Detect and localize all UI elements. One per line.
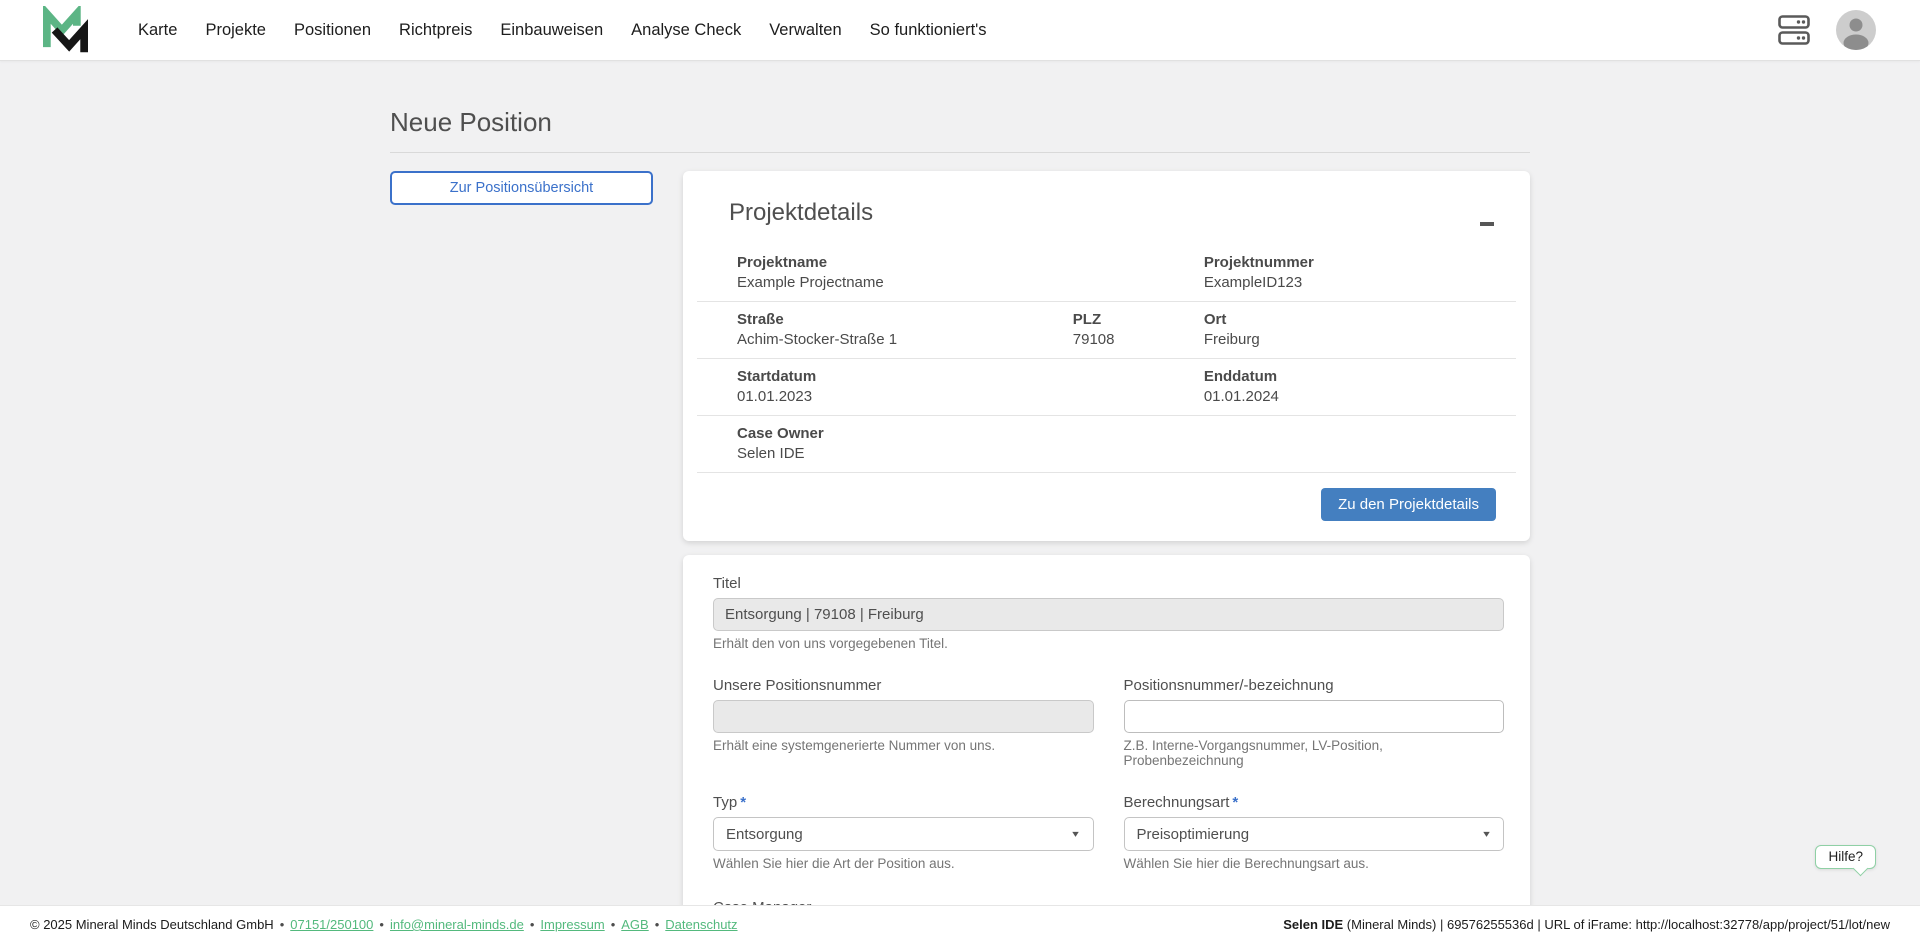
required-asterisk: * (1232, 794, 1238, 811)
unsere-positionsnummer-input (713, 700, 1094, 733)
unsere-positionsnummer-helper-text: Erhält eine systemgenerierte Nummer von … (713, 738, 1094, 753)
separator-dot: • (280, 917, 285, 932)
berechnungsart-select[interactable]: Preisoptimierung ▾ (1124, 817, 1505, 851)
field-value: Selen IDE (737, 445, 1508, 462)
agb-link[interactable]: AGB (621, 917, 648, 932)
footer-left: © 2025 Mineral Minds Deutschland GmbH • 07… (30, 917, 738, 932)
typ-selected-value: Entsorgung (726, 826, 803, 843)
person-silhouette-icon (1836, 10, 1876, 50)
berechnungsart-label-text: Berechnungsart (1124, 794, 1230, 811)
field-value: 79108 (1073, 331, 1156, 348)
berechnungsart-selected-value: Preisoptimierung (1137, 826, 1250, 843)
separator-dot: • (530, 917, 535, 932)
left-column: Zur Positionsübersicht (390, 171, 653, 205)
go-to-project-details-button[interactable]: Zu den Projektdetails (1321, 488, 1496, 521)
table-row: Projektname Example Projectname Projektn… (697, 245, 1516, 302)
nav-item-verwalten[interactable]: Verwalten (755, 21, 855, 40)
title-divider (390, 152, 1530, 153)
phone-link[interactable]: 07151/250100 (290, 917, 373, 932)
table-row: Case Owner Selen IDE (697, 416, 1516, 473)
titel-field-group: Titel Erhält den von uns vorgegebenen Ti… (713, 575, 1504, 651)
session-details: (Mineral Minds) | 69576255536d | URL of … (1343, 917, 1890, 932)
unsere-positionsnummer-field-group: Unsere Positionsnummer Erhält eine syste… (713, 677, 1094, 768)
project-card-title: Projektdetails (729, 199, 1516, 227)
nav-item-richtpreis[interactable]: Richtpreis (385, 21, 486, 40)
new-position-form-card: Titel Erhält den von uns vorgegebenen Ti… (683, 555, 1530, 943)
titel-helper-text: Erhält den von uns vorgegebenen Titel. (713, 636, 1504, 651)
minus-icon (1480, 222, 1494, 227)
top-navbar: Karte Projekte Positionen Richtpreis Ein… (0, 0, 1920, 61)
separator-dot: • (611, 917, 616, 932)
email-link[interactable]: info@mineral-minds.de (390, 917, 524, 932)
table-row: Startdatum 01.01.2023 Enddatum 01.01.202… (697, 359, 1516, 416)
typ-label: Typ* (713, 794, 1094, 811)
titel-label: Titel (713, 575, 1504, 592)
session-user: Selen IDE (1283, 917, 1343, 932)
nav-item-einbauweisen[interactable]: Einbauweisen (486, 21, 617, 40)
field-value: 01.01.2024 (1204, 388, 1508, 405)
nav-item-karte[interactable]: Karte (124, 21, 191, 40)
field-label: Projektnummer (1204, 254, 1508, 271)
right-column: Projektdetails Projektname Example Proje… (683, 171, 1530, 943)
datenschutz-link[interactable]: Datenschutz (665, 917, 737, 932)
help-button[interactable]: Hilfe? (1815, 845, 1876, 869)
typ-helper-text: Wählen Sie hier die Art der Position aus… (713, 856, 1094, 871)
server-icon[interactable] (1778, 13, 1810, 47)
field-label: Ort (1204, 311, 1508, 328)
page-footer: © 2025 Mineral Minds Deutschland GmbH • 07… (0, 905, 1920, 943)
app-root: Karte Projekte Positionen Richtpreis Ein… (0, 0, 1920, 943)
positionsnummer-helper-text: Z.B. Interne-Vorgangsnummer, LV-Position… (1124, 738, 1505, 768)
positionsnummer-label: Positionsnummer/-bezeichnung (1124, 677, 1505, 694)
nav-item-positionen[interactable]: Positionen (280, 21, 385, 40)
typ-select[interactable]: Entsorgung ▾ (713, 817, 1094, 851)
collapse-card-button[interactable] (1478, 217, 1496, 231)
user-avatar-icon[interactable] (1836, 10, 1876, 50)
chevron-down-icon: ▾ (1483, 829, 1490, 840)
mineral-minds-logo[interactable] (40, 6, 88, 54)
back-to-positions-button[interactable]: Zur Positionsübersicht (390, 171, 653, 205)
field-label: Projektname (737, 254, 1156, 271)
titel-input (713, 598, 1504, 631)
table-row: Straße Achim-Stocker-Straße 1 PLZ 79108 … (697, 302, 1516, 359)
berechnungsart-field-group: Berechnungsart* Preisoptimierung ▾ Wähle… (1124, 794, 1505, 871)
field-value: Achim-Stocker-Straße 1 (737, 331, 1025, 348)
positionsnummer-field-group: Positionsnummer/-bezeichnung Z.B. Intern… (1124, 677, 1505, 768)
footer-session-info: Selen IDE (Mineral Minds) | 69576255536d… (1283, 917, 1890, 932)
field-label: Enddatum (1204, 368, 1508, 385)
project-details-table: Projektname Example Projectname Projektn… (697, 245, 1516, 473)
copyright-text: © 2025 Mineral Minds Deutschland GmbH (30, 917, 274, 932)
required-asterisk: * (740, 794, 746, 811)
field-label: Startdatum (737, 368, 1156, 385)
typ-field-group: Typ* Entsorgung ▾ Wählen Sie hier die Ar… (713, 794, 1094, 871)
field-label: PLZ (1073, 311, 1156, 328)
logo-icon (40, 6, 88, 54)
berechnungsart-label: Berechnungsart* (1124, 794, 1505, 811)
unsere-positionsnummer-label: Unsere Positionsnummer (713, 677, 1094, 694)
positionsnummer-input[interactable] (1124, 700, 1505, 733)
field-label: Case Owner (737, 425, 1508, 442)
field-value: Example Projectname (737, 274, 1156, 291)
chevron-down-icon: ▾ (1073, 829, 1080, 840)
impressum-link[interactable]: Impressum (540, 917, 604, 932)
main-content: Neue Position Zur Positionsübersicht Pro… (390, 61, 1530, 943)
nav-item-projekte[interactable]: Projekte (191, 21, 280, 40)
field-value: 01.01.2023 (737, 388, 1156, 405)
nav-item-analyse-check[interactable]: Analyse Check (617, 21, 755, 40)
field-value: ExampleID123 (1204, 274, 1508, 291)
page-title: Neue Position (390, 107, 1530, 138)
project-details-card: Projektdetails Projektname Example Proje… (683, 171, 1530, 541)
field-label: Straße (737, 311, 1025, 328)
separator-dot: • (379, 917, 384, 932)
navbar-right (1778, 10, 1876, 50)
nav-item-so-funktionierts[interactable]: So funktioniert's (856, 21, 1001, 40)
typ-label-text: Typ (713, 794, 737, 811)
berechnungsart-helper-text: Wählen Sie hier die Berechnungsart aus. (1124, 856, 1505, 871)
main-nav: Karte Projekte Positionen Richtpreis Ein… (124, 21, 1001, 40)
separator-dot: • (655, 917, 660, 932)
field-value: Freiburg (1204, 331, 1508, 348)
